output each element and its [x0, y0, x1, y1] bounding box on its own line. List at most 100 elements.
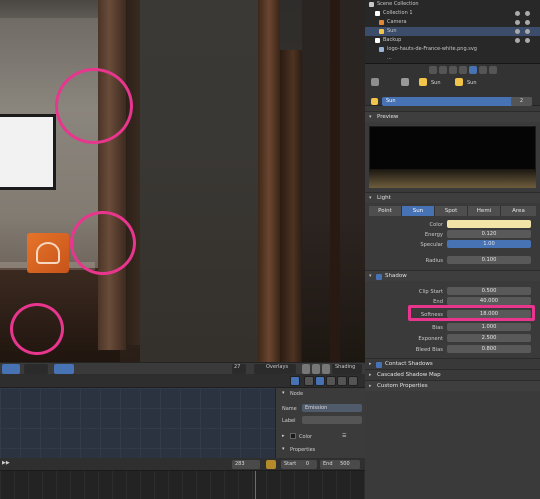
sun-icon [379, 29, 384, 34]
custom-properties-panel[interactable]: ▸ Custom Properties [365, 380, 540, 391]
exponent-field[interactable]: 2.500 [447, 334, 531, 342]
pivot-selector[interactable] [24, 364, 48, 374]
end-frame-field[interactable]: End 500 [320, 460, 360, 469]
start-frame-field[interactable]: Start 0 [281, 460, 317, 469]
cascaded-shadow-panel[interactable]: ▸ Cascaded Shadow Map [365, 369, 540, 380]
node-color-checkbox[interactable] [290, 433, 296, 439]
shading-solid-icon[interactable] [302, 364, 310, 374]
cube-logo-mark [36, 242, 60, 264]
camera-visibility-icon[interactable] [525, 38, 530, 43]
light-data-icon[interactable] [371, 98, 378, 105]
scene-collection-icon [369, 2, 374, 7]
radius-field[interactable]: 0.100 [447, 256, 531, 264]
tab-texture[interactable] [489, 66, 497, 74]
tab-object[interactable] [459, 66, 467, 74]
light-type-spot[interactable]: Spot [435, 206, 468, 216]
light-type-point[interactable]: Point [369, 206, 402, 216]
cascaded-label: Cascaded Shadow Map [377, 372, 441, 378]
bleed-bias-field[interactable]: 0.800 [447, 345, 531, 353]
outliner-row-backup[interactable]: Backup [365, 36, 540, 45]
node-linestyle-icon[interactable] [326, 376, 336, 386]
end-field[interactable]: 40.000 [447, 297, 531, 305]
sun-object-icon [419, 78, 427, 86]
timeline-track[interactable] [0, 471, 365, 499]
preview-panel-header[interactable]: ▾ Preview [365, 111, 540, 122]
shading-label: Shading [335, 364, 356, 370]
camera-visibility-icon[interactable] [525, 29, 530, 34]
annotation-circle-2 [70, 211, 136, 275]
eye-icon[interactable] [515, 11, 520, 16]
node-label-field[interactable] [302, 416, 362, 424]
outliner-row-scene[interactable]: Scene Collection [365, 0, 540, 9]
outliner-row-more[interactable]: ... [365, 54, 540, 63]
outliner-row-collection[interactable]: Collection 1 [365, 9, 540, 18]
node-color-arrow[interactable]: ▸ [282, 433, 285, 439]
light-header-label: Light [377, 195, 391, 201]
eye-icon[interactable] [515, 20, 520, 25]
door-frame [98, 0, 126, 350]
light-color-swatch[interactable] [447, 220, 531, 228]
start-label: Start [284, 461, 297, 467]
outliner-label: logo-hauts-de-France-white.png.svg [387, 46, 477, 52]
mode-selector[interactable] [2, 364, 20, 374]
outliner: Scene Collection Collection 1 Camera Sun… [365, 0, 540, 64]
eye-icon[interactable] [515, 38, 520, 43]
blender-window: 27 Overlays Shading ▾ Node Name Emission… [0, 0, 540, 499]
shading-material-icon[interactable] [312, 364, 320, 374]
snap-selector[interactable] [54, 364, 74, 374]
light-type-sun[interactable]: Sun [402, 206, 435, 216]
pin-icon[interactable] [371, 78, 379, 86]
outliner-row-sun[interactable]: Sun [365, 27, 540, 36]
bias-label: Bias [432, 325, 443, 331]
tab-material[interactable] [479, 66, 487, 74]
light-type-hemi[interactable]: Hemi [468, 206, 501, 216]
camera-visibility-icon[interactable] [525, 20, 530, 25]
tab-scene[interactable] [439, 66, 447, 74]
view-label: 27 [234, 364, 241, 370]
shading-rendered-icon[interactable] [322, 364, 330, 374]
outliner-label: Scene Collection [377, 1, 419, 7]
preview-header-label: Preview [377, 114, 399, 120]
play-icon[interactable]: ▶▶ [2, 460, 10, 466]
tab-light-data[interactable] [469, 66, 477, 74]
light-panel-header[interactable]: ▾ Light [365, 192, 540, 203]
eye-icon[interactable] [515, 29, 520, 34]
curve-icon [379, 47, 384, 52]
annotation-circle-3 [10, 303, 64, 355]
node-color-presets-icon[interactable]: ☰ [342, 433, 346, 439]
specular-slider[interactable]: 1.00 [447, 240, 531, 248]
keyframe-icon[interactable] [266, 460, 276, 469]
use-nodes-checkbox[interactable] [290, 376, 300, 386]
node-section-arrow[interactable]: ▾ [282, 390, 285, 396]
node-name-field[interactable]: Emission [302, 404, 362, 412]
right-beam [330, 0, 340, 362]
node-object-icon[interactable] [315, 376, 325, 386]
object-icon[interactable] [401, 78, 409, 86]
viewport-header: 27 Overlays Shading [0, 362, 365, 374]
shadow-checkbox[interactable] [376, 274, 382, 280]
node-backdrop-icon[interactable] [348, 376, 358, 386]
tab-world[interactable] [449, 66, 457, 74]
preview-floor [369, 169, 536, 188]
node-properties-arrow[interactable]: ▾ [282, 446, 285, 452]
node-world-icon[interactable] [304, 376, 314, 386]
tab-render[interactable] [429, 66, 437, 74]
energy-field[interactable]: 0.120 [447, 230, 531, 238]
breadcrumb-object[interactable]: Sun [431, 80, 441, 86]
light-name-field[interactable]: Sun [382, 97, 532, 106]
breadcrumb-data[interactable]: Sun [467, 80, 477, 86]
node-snap-icon[interactable] [337, 376, 347, 386]
users-count[interactable]: 2 [511, 97, 532, 106]
outliner-row-camera[interactable]: Camera [365, 18, 540, 27]
contact-shadows-panel[interactable]: ▸ Contact Shadows [365, 358, 540, 369]
bias-field[interactable]: 1.000 [447, 323, 531, 331]
clip-start-field[interactable]: 0.500 [447, 287, 531, 295]
camera-visibility-icon[interactable] [525, 11, 530, 16]
current-frame-field[interactable]: 283 [232, 460, 260, 469]
shadow-panel-header[interactable]: ▾ Shadow [365, 270, 540, 281]
contact-shadows-checkbox[interactable] [376, 362, 382, 368]
3d-viewport[interactable] [0, 0, 365, 362]
playhead[interactable] [255, 471, 256, 499]
outliner-row-logo[interactable]: logo-hauts-de-France-white.png.svg [365, 45, 540, 54]
light-type-area[interactable]: Area [501, 206, 536, 216]
